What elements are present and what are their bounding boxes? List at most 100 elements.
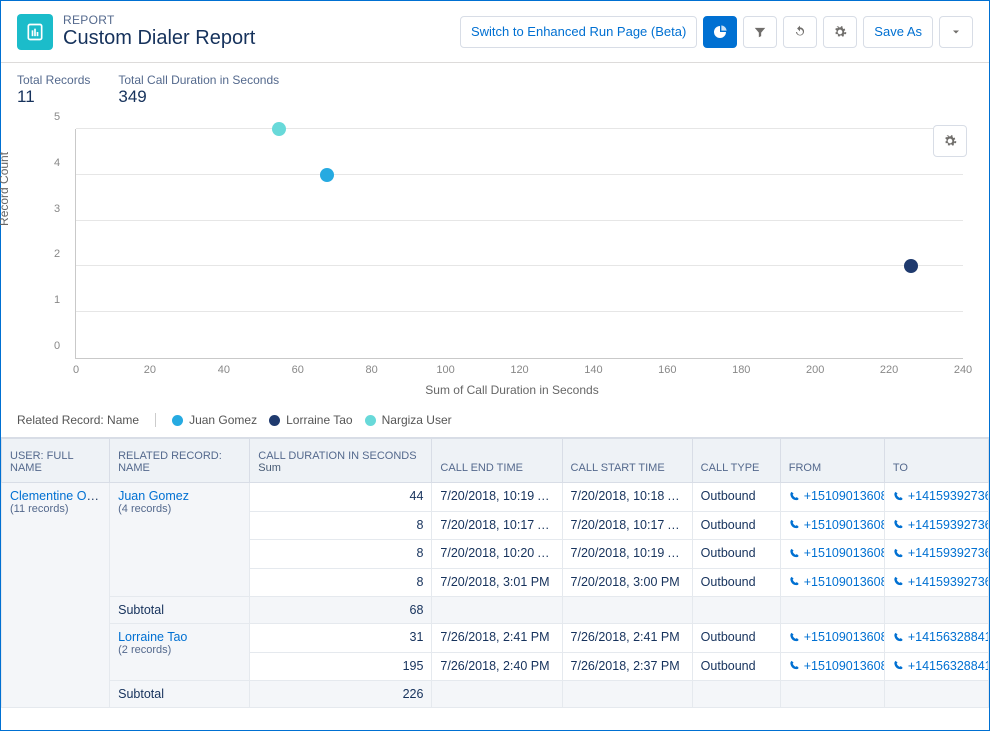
refresh-icon	[793, 25, 807, 39]
chart-point[interactable]	[320, 168, 334, 182]
chart-point[interactable]	[904, 259, 918, 273]
header-title-block: REPORT Custom Dialer Report	[63, 13, 255, 50]
legend-title: Related Record: Name	[17, 413, 139, 427]
save-as-button[interactable]: Save As	[863, 16, 933, 48]
cell-duration: 31	[250, 624, 432, 653]
col-duration[interactable]: CALL DURATION IN SECONDSSum	[250, 439, 432, 483]
more-menu-button[interactable]	[939, 16, 973, 48]
x-tick: 220	[880, 364, 898, 376]
legend-separator	[155, 413, 156, 427]
chart-point[interactable]	[272, 122, 286, 136]
col-related[interactable]: RELATED RECORD: NAME	[110, 439, 250, 483]
report-icon	[17, 14, 53, 50]
y-tick: 1	[54, 294, 60, 306]
header-actions: Switch to Enhanced Run Page (Beta) Save …	[460, 16, 973, 48]
cell-start-time: 7/20/2018, 10:19 AM	[562, 540, 692, 569]
col-start-time[interactable]: CALL START TIME	[562, 439, 692, 483]
settings-button[interactable]	[823, 16, 857, 48]
phone-link[interactable]: +14159392736	[893, 518, 989, 532]
chart-container: Record Count 012345020406080100120140160…	[1, 119, 989, 407]
x-tick: 100	[436, 364, 454, 376]
x-tick: 60	[292, 364, 304, 376]
cell-end-time: 7/20/2018, 10:20 AM	[432, 540, 562, 569]
phone-link[interactable]: +15109013608	[789, 546, 885, 560]
related-link[interactable]: Lorraine Tao	[118, 630, 187, 644]
cell-call-type: Outbound	[692, 624, 780, 653]
phone-link[interactable]: +15109013608	[789, 630, 885, 644]
phone-link[interactable]: +14156328841	[893, 630, 989, 644]
subtotal-value: 68	[250, 597, 432, 624]
x-tick: 140	[584, 364, 602, 376]
phone-link[interactable]: +14159392736	[893, 575, 989, 589]
related-link[interactable]: Juan Gomez	[118, 489, 189, 503]
cell-end-time: 7/20/2018, 10:19 AM	[432, 483, 562, 512]
cell-duration: 8	[250, 568, 432, 597]
filter-icon	[753, 25, 767, 39]
phone-link[interactable]: +14159392736	[893, 546, 989, 560]
chart-legend: Related Record: Name Juan Gomez Lorraine…	[1, 407, 989, 437]
refresh-button[interactable]	[783, 16, 817, 48]
cell-to: +14159392736	[884, 483, 988, 512]
cell-from: +15109013608	[780, 652, 884, 681]
phone-link[interactable]: +15109013608	[789, 575, 885, 589]
related-group-cell: Juan Gomez(4 records)	[110, 483, 250, 597]
col-end-time[interactable]: CALL END TIME	[432, 439, 562, 483]
cell-end-time: 7/20/2018, 10:17 AM	[432, 511, 562, 540]
cell-to: +14159392736	[884, 540, 988, 569]
total-records-value: 11	[17, 87, 90, 107]
summary-bar: Total Records 11 Total Call Duration in …	[1, 63, 989, 113]
phone-link[interactable]: +15109013608	[789, 659, 885, 673]
y-tick: 3	[54, 203, 60, 215]
report-table: USER: FULL NAME RELATED RECORD: NAME CAL…	[1, 437, 989, 708]
chart-settings-button[interactable]	[933, 125, 967, 157]
x-tick: 120	[510, 364, 528, 376]
col-from[interactable]: FROM	[780, 439, 884, 483]
cell-from: +15109013608	[780, 483, 884, 512]
x-tick: 180	[732, 364, 750, 376]
cell-duration: 8	[250, 540, 432, 569]
subtotal-value: 226	[250, 681, 432, 708]
x-tick: 20	[144, 364, 156, 376]
table-row: Clementine Orange(11 records)Juan Gomez(…	[2, 483, 989, 512]
scatter-chart: 012345020406080100120140160180200220240 …	[51, 119, 973, 399]
cell-call-type: Outbound	[692, 540, 780, 569]
filter-button[interactable]	[743, 16, 777, 48]
related-group-cell: Lorraine Tao(2 records)	[110, 624, 250, 681]
summary-total-duration: Total Call Duration in Seconds 349	[118, 73, 279, 107]
cell-from: +15109013608	[780, 568, 884, 597]
col-user[interactable]: USER: FULL NAME	[2, 439, 110, 483]
table-row: Lorraine Tao(2 records)317/26/2018, 2:41…	[2, 624, 989, 653]
switch-enhanced-button[interactable]: Switch to Enhanced Run Page (Beta)	[460, 16, 697, 48]
user-link[interactable]: Clementine Orange	[10, 489, 110, 503]
col-to[interactable]: TO	[884, 439, 988, 483]
cell-to: +14156328841	[884, 624, 988, 653]
chart-x-axis-label: Sum of Call Duration in Seconds	[51, 383, 973, 397]
cell-duration: 44	[250, 483, 432, 512]
header-eyebrow: REPORT	[63, 13, 255, 27]
chevron-down-icon	[950, 26, 962, 38]
subtotal-label: Subtotal	[110, 681, 250, 708]
cell-call-type: Outbound	[692, 568, 780, 597]
phone-link[interactable]: +15109013608	[789, 518, 885, 532]
x-tick: 80	[366, 364, 378, 376]
phone-link[interactable]: +14156328841	[893, 659, 989, 673]
x-tick: 200	[806, 364, 824, 376]
phone-link[interactable]: +15109013608	[789, 489, 885, 503]
chart-toggle-button[interactable]	[703, 16, 737, 48]
cell-start-time: 7/26/2018, 2:41 PM	[562, 624, 692, 653]
legend-item-nargiza: Nargiza User	[365, 413, 452, 427]
gear-icon	[833, 25, 847, 39]
user-group-cell: Clementine Orange(11 records)	[2, 483, 110, 708]
cell-call-type: Outbound	[692, 652, 780, 681]
total-duration-label: Total Call Duration in Seconds	[118, 73, 279, 87]
cell-from: +15109013608	[780, 511, 884, 540]
legend-item-lorraine: Lorraine Tao	[269, 413, 353, 427]
pie-chart-icon	[712, 24, 728, 40]
cell-start-time: 7/26/2018, 2:37 PM	[562, 652, 692, 681]
x-tick: 40	[218, 364, 230, 376]
phone-link[interactable]: +14159392736	[893, 489, 989, 503]
col-call-type[interactable]: CALL TYPE	[692, 439, 780, 483]
page-title: Custom Dialer Report	[63, 27, 255, 50]
cell-end-time: 7/20/2018, 3:01 PM	[432, 568, 562, 597]
x-tick: 0	[73, 364, 79, 376]
